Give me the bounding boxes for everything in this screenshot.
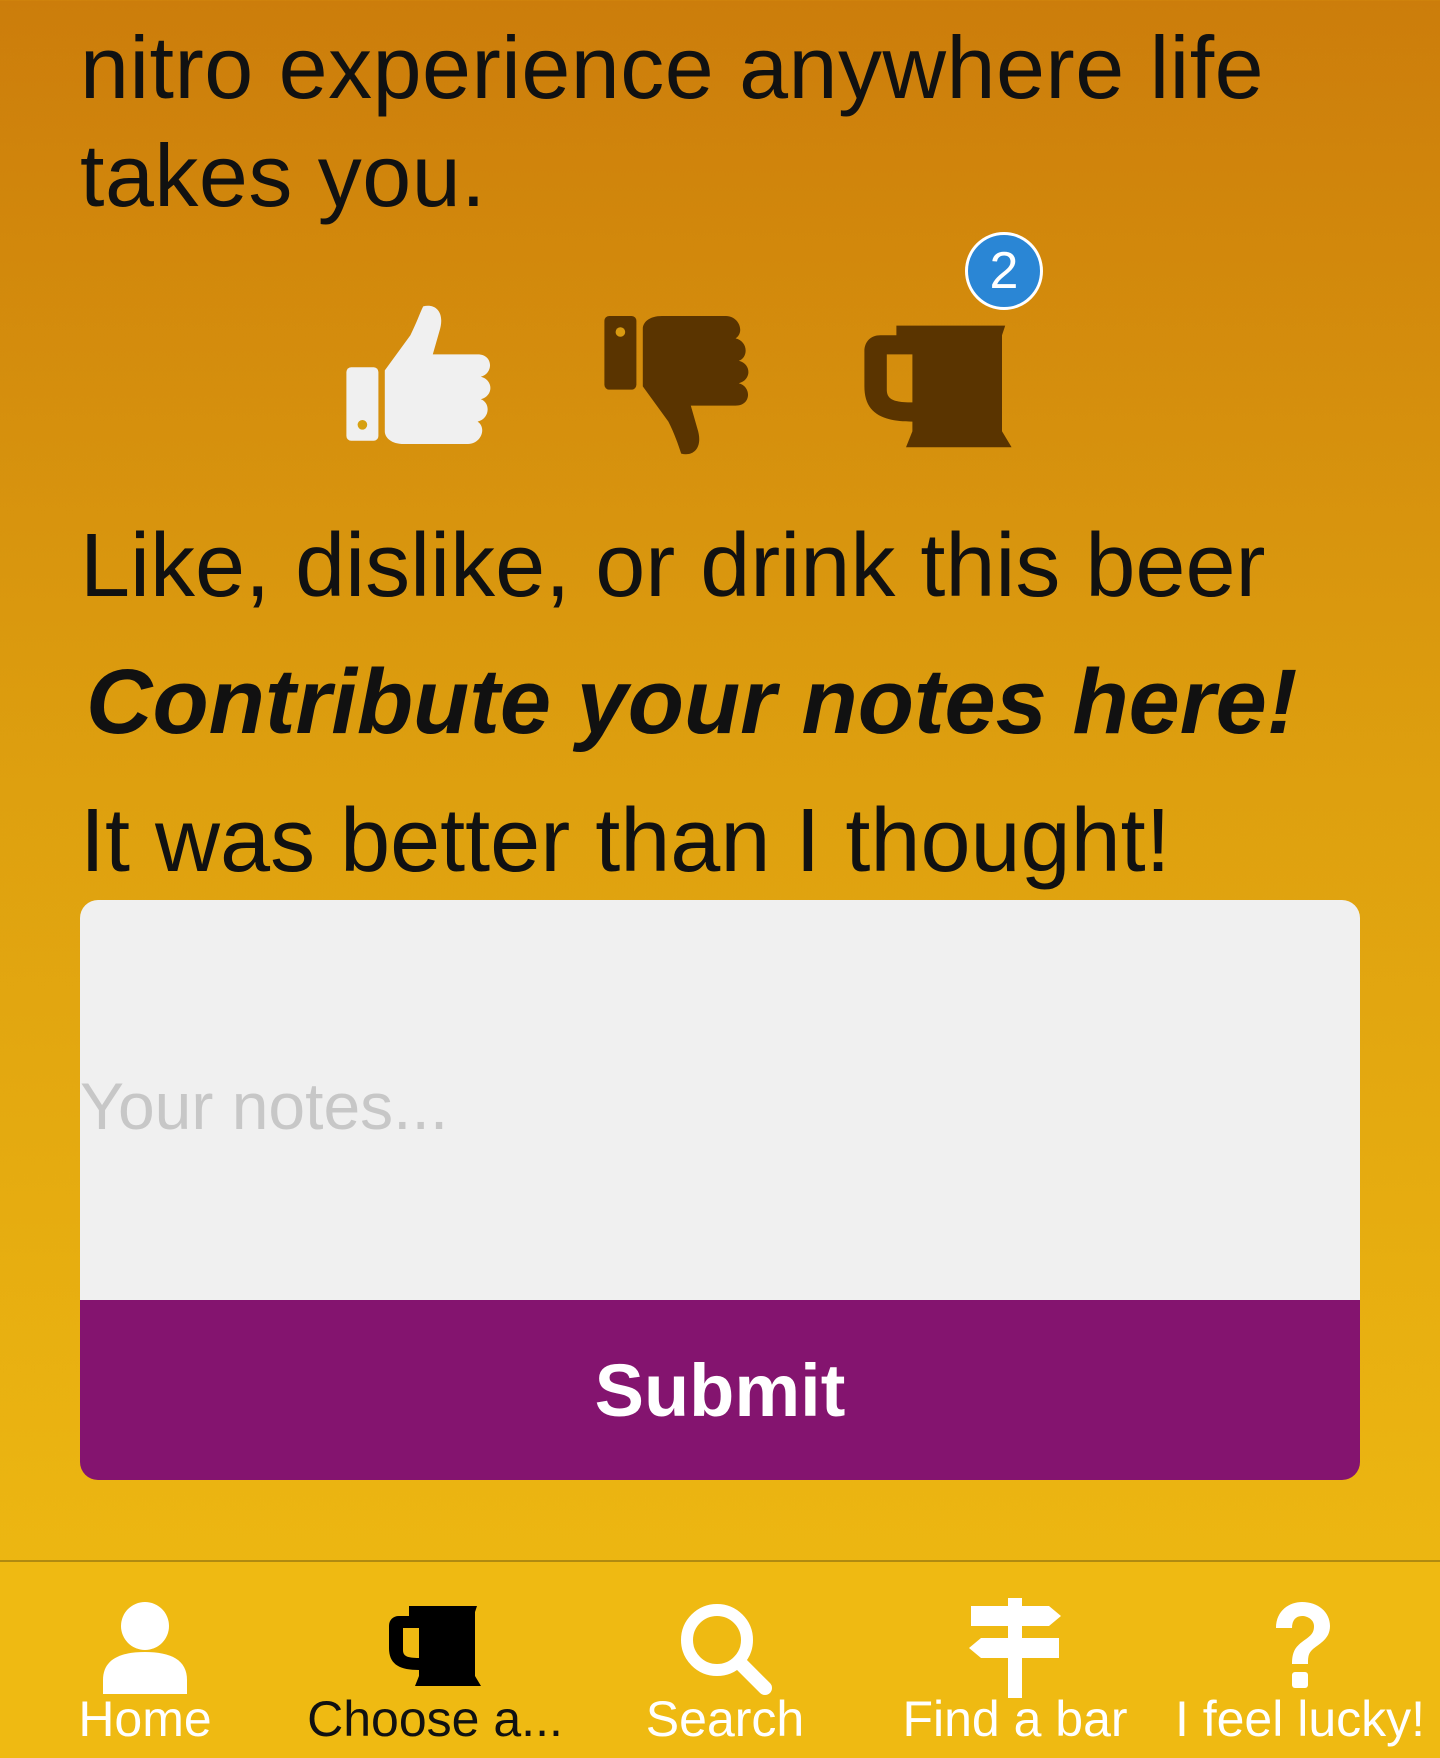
bottom-tab-bar: Home Choose a... Search Find a bar I fee… [0,1560,1440,1758]
tab-label: Search [645,1691,805,1747]
tab-label: I feel lucky! [1174,1691,1426,1747]
beer-mug-icon [864,325,1012,448]
tab-label: Find a bar [902,1691,1128,1747]
tab-search[interactable]: Search [580,1562,870,1758]
tab-feel-lucky[interactable]: I feel lucky! [1160,1562,1440,1758]
tab-choose[interactable]: Choose a... [290,1562,580,1758]
submit-button[interactable]: Submit [80,1300,1360,1480]
tab-label: Choose a... [307,1691,563,1747]
thumbs-down-icon [604,316,749,455]
drink-button[interactable] [858,300,1018,460]
description-line: nitro experience anywhere life [80,18,1265,117]
like-button[interactable] [340,300,500,460]
rate-prompt: Like, dislike, or drink this beer [80,516,1266,616]
rating-actions: 2 [0,230,1440,460]
thumbs-up-icon [346,305,491,444]
description-line: takes you. [80,126,487,225]
search-icon [675,1598,775,1698]
beer-mug-icon [385,1598,485,1698]
contribute-heading: Contribute your notes here! [86,651,1298,753]
question-icon [1250,1598,1350,1698]
dislike-button[interactable] [598,300,758,460]
tab-find-bar[interactable]: Find a bar [870,1562,1160,1758]
notes-input[interactable] [80,900,1360,1300]
tab-label: Home [78,1691,212,1747]
beer-description: nitro experience anywhere life takes you… [80,14,1380,230]
existing-note: It was better than I thought! [80,791,1171,891]
signpost-icon [965,1598,1065,1698]
tab-home[interactable]: Home [0,1562,290,1758]
drink-count-badge: 2 [965,232,1043,310]
user-icon [95,1598,195,1698]
